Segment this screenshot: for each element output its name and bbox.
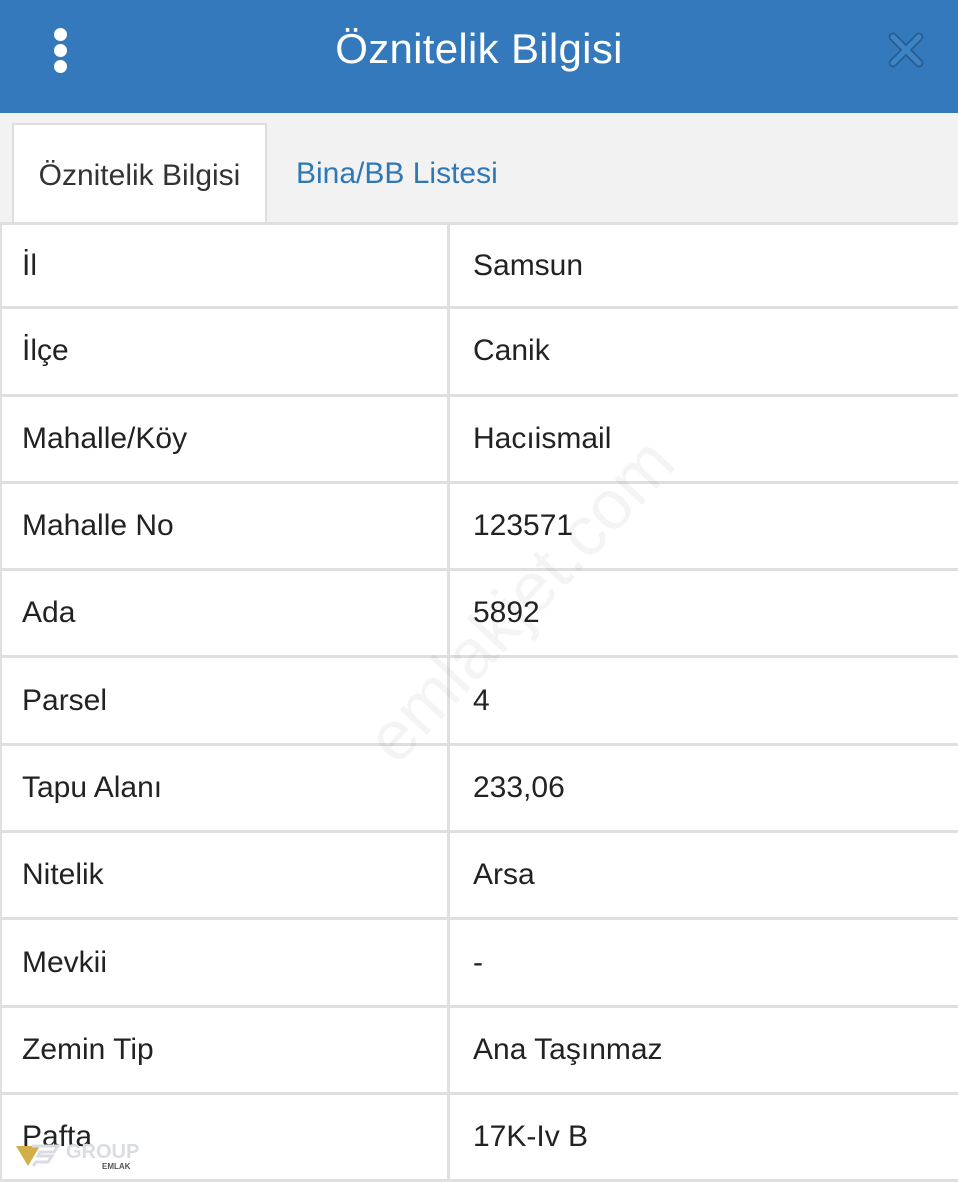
tab-bina-bb-listesi[interactable]: Bina/BB Listesi [296,123,498,222]
row-label: Parsel [0,658,450,743]
row-label: İlçe [0,309,450,394]
table-row: Mevkii - [0,920,958,1008]
row-value: 233,06 [473,770,565,804]
attribute-table: İl Samsun İlçe Canik Mahalle/Köy Hacıism… [0,222,958,1182]
table-row: Pafta 17K-Iv B [0,1094,958,1182]
row-value: Arsa [473,858,535,892]
row-label: Mahalle No [0,483,450,569]
row-label: Tapu Alanı [0,745,450,831]
row-value: Samsun [473,248,584,282]
row-label: Zemin Tip [0,1007,450,1092]
tab-oznitelik-bilgisi[interactable]: Öznitelik Bilgisi [12,123,267,225]
row-value: 5892 [473,596,540,630]
row-label: İl [0,225,450,307]
table-row: Ada 5892 [0,571,958,659]
row-value: Hacıismail [473,421,612,455]
close-icon[interactable] [884,28,928,72]
row-value: Canik [473,334,550,368]
table-row: Mahalle No 123571 [0,483,958,572]
table-row: Zemin Tip Ana Taşınmaz [0,1007,958,1095]
row-label: Pafta [0,1094,450,1180]
table-row: Mahalle/Köy Hacıismail [0,396,958,484]
row-value: 17K-Iv B [473,1120,589,1154]
table-row: Parsel 4 [0,658,958,746]
row-value: 123571 [473,509,574,543]
row-label: Ada [0,571,450,656]
page-title: Öznitelik Bilgisi [335,25,623,72]
row-value: Ana Taşınmaz [473,1032,663,1066]
table-row: Nitelik Arsa [0,833,958,921]
table-row: Tapu Alanı 233,06 [0,745,958,834]
table-row: İlçe Canik [0,309,958,397]
tab-bar: Öznitelik Bilgisi Bina/BB Listesi [0,113,958,225]
row-label: Mahalle/Köy [0,396,450,481]
row-label: Nitelik [0,833,450,918]
row-label: Mevkii [0,920,450,1005]
table-row: İl Samsun [0,222,958,310]
row-value: - [473,945,483,979]
app-header: Öznitelik Bilgisi [0,0,958,113]
row-value: 4 [473,683,490,717]
